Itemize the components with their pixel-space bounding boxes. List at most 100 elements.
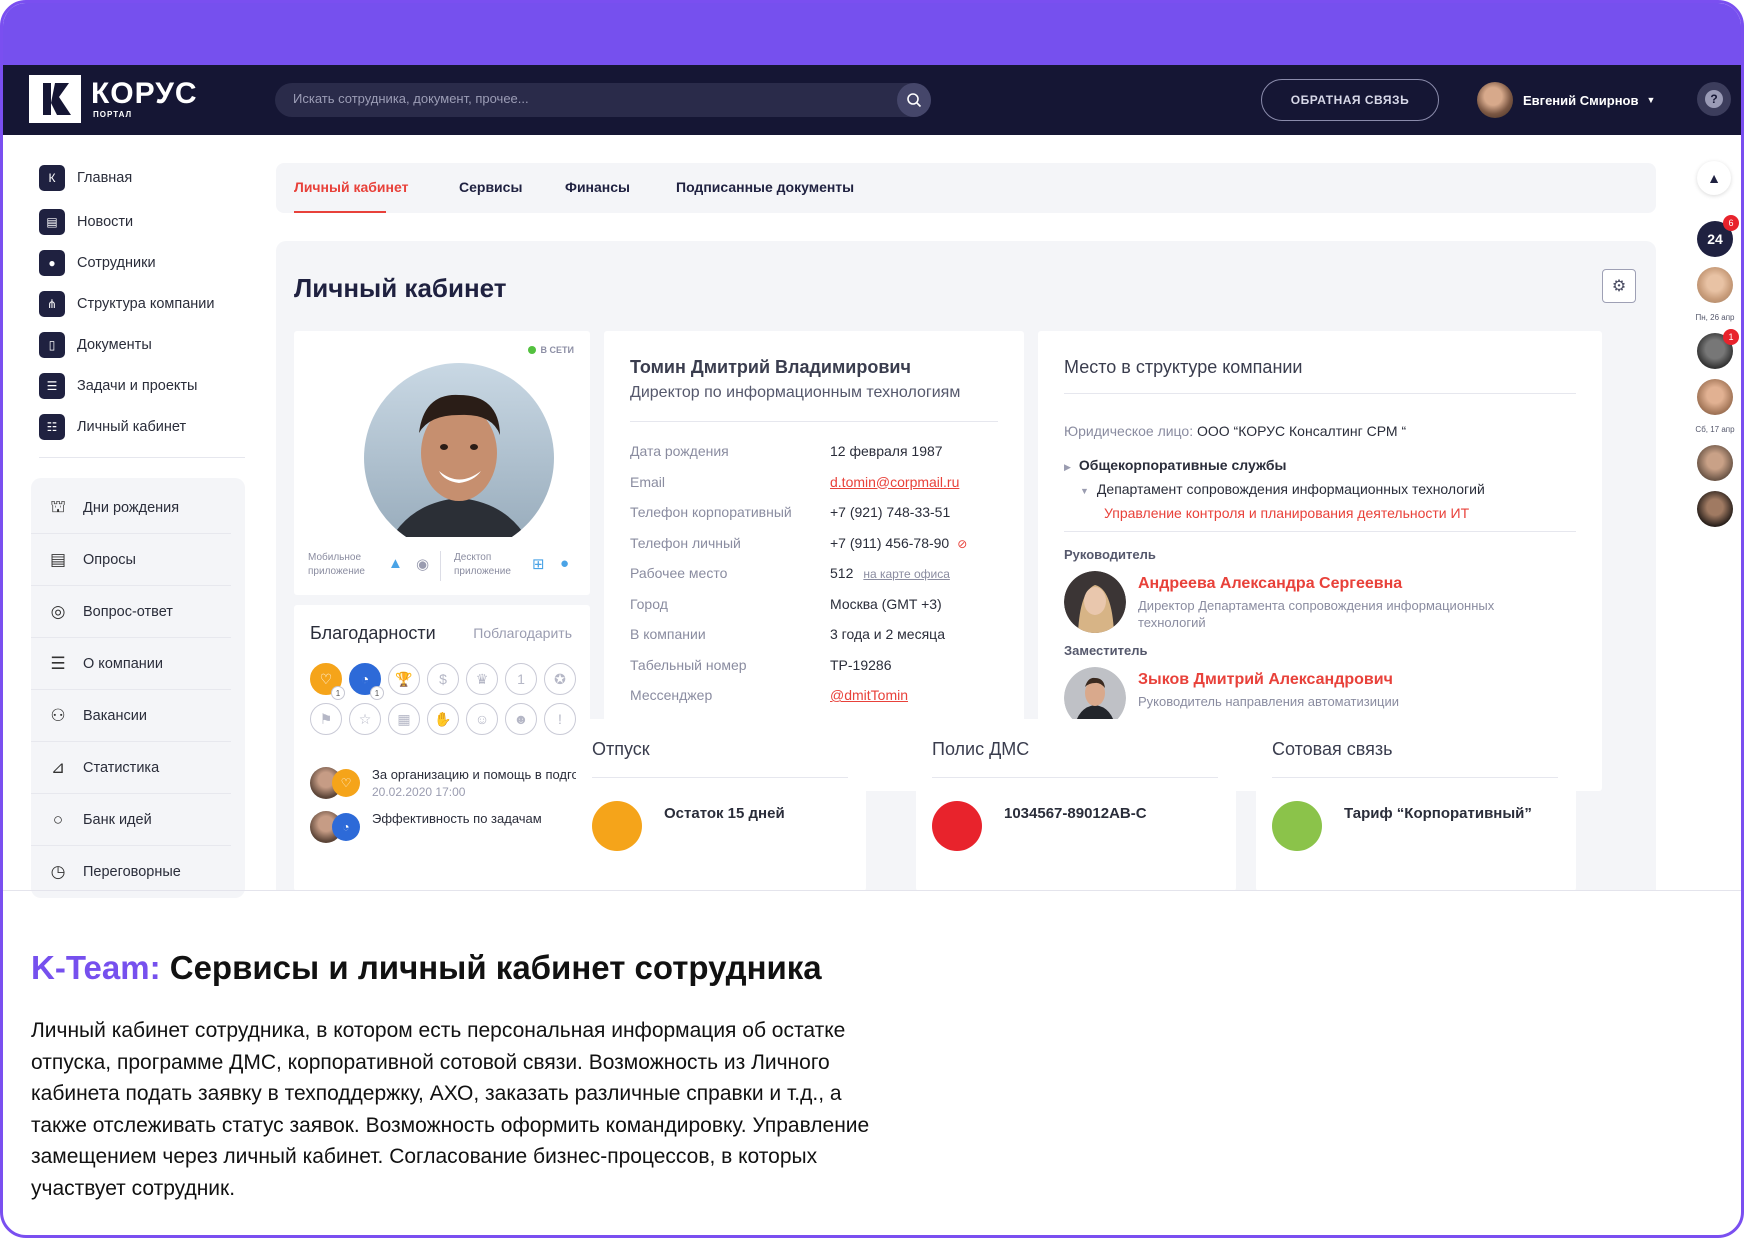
sidebar-item-news[interactable]: ▤ Новости bbox=[31, 201, 245, 242]
widget-label: Переговорные bbox=[83, 864, 181, 880]
smile-icon[interactable]: ☺ bbox=[466, 703, 498, 735]
divider bbox=[3, 890, 1741, 891]
info-value-text: d.tomin@corpmail.ru bbox=[830, 473, 960, 490]
trophy-icon[interactable]: 🏆 bbox=[388, 663, 420, 695]
tree-node-l1[interactable]: ▶ Общекорпоративные службы bbox=[1064, 457, 1286, 473]
medal-icon[interactable]: ✪ bbox=[544, 663, 576, 695]
chevron-down-icon: ▼ bbox=[1646, 95, 1656, 105]
sidebar-item-structure[interactable]: ⋔ Структура компании bbox=[31, 283, 245, 324]
info-value-text: 3 года и 2 месяца bbox=[830, 626, 945, 642]
tab-finance[interactable]: Финансы bbox=[565, 179, 630, 195]
main-panel: Личный кабинет ⚙ В СЕТИ Мобильное приложе… bbox=[276, 241, 1656, 891]
legal-entity-label: Юридическое лицо: bbox=[1064, 423, 1194, 439]
widget-ideas[interactable]: ○ Банк идей bbox=[31, 794, 231, 846]
windows-icon[interactable]: ⊞ bbox=[532, 555, 550, 573]
divider bbox=[630, 421, 998, 422]
info-value[interactable]: d.tomin@corpmail.ru bbox=[830, 474, 959, 490]
avatar[interactable] bbox=[1697, 445, 1733, 481]
info-label: Телефон корпоративный bbox=[630, 504, 792, 520]
structure-title: Место в структуре компании bbox=[1064, 357, 1303, 377]
avatar[interactable] bbox=[1697, 267, 1733, 303]
tree-node-l3[interactable]: Управление контроля и планирования деяте… bbox=[1104, 505, 1469, 521]
info-label: Город bbox=[630, 595, 668, 612]
info-row: Дата рождения 12 февраля 1987 bbox=[630, 443, 1010, 463]
avatar[interactable] bbox=[1697, 379, 1733, 415]
caption-title-text: Сервисы и личный кабинет сотрудника bbox=[160, 949, 822, 986]
android-icon[interactable]: ▲ bbox=[388, 555, 406, 573]
caret-down-icon: ▼ bbox=[1080, 486, 1089, 496]
widget-birthdays[interactable]: ⛫ Дни рождения bbox=[31, 482, 231, 534]
widget-polls[interactable]: ▤ Опросы bbox=[31, 534, 231, 586]
appstore-icon[interactable]: ◉ bbox=[416, 555, 434, 573]
cake-icon: ⛫ bbox=[50, 496, 66, 516]
tab-cabinet[interactable]: Личный кабинет bbox=[294, 179, 408, 195]
avatar[interactable] bbox=[1697, 491, 1733, 527]
search-button[interactable] bbox=[897, 83, 931, 117]
vacation-card[interactable]: Отпуск Остаток 15 дней bbox=[576, 719, 866, 891]
exclamation-icon[interactable]: ! bbox=[544, 703, 576, 735]
crown-icon[interactable]: ♛ bbox=[466, 663, 498, 695]
info-row: Табельный номер ТР-19286 bbox=[630, 657, 1010, 677]
number-one-icon[interactable]: 1 bbox=[505, 663, 537, 695]
person-position: Директор по информационным технологиям bbox=[630, 384, 961, 401]
widget-company[interactable]: ☰ О компании bbox=[31, 638, 231, 690]
korus-logo-icon[interactable] bbox=[29, 75, 81, 123]
tab-signed-documents[interactable]: Подписанные документы bbox=[676, 179, 854, 195]
poll-icon: ▤ bbox=[49, 549, 67, 569]
widget-label: Дни рождения bbox=[83, 499, 180, 516]
info-value-text: +7 (911) 456-78-90 bbox=[830, 534, 950, 551]
bell-icon[interactable]: ▲ bbox=[1697, 161, 1731, 195]
caption-body: Личный кабинет сотрудника, в котором ест… bbox=[31, 1019, 870, 1200]
hidden-eye-icon[interactable]: ⊘ bbox=[957, 537, 967, 551]
search-input[interactable] bbox=[293, 91, 853, 106]
thanks-item[interactable]: ◔ Эффективность по задачам bbox=[310, 811, 580, 847]
mobile-plan-card[interactable]: Сотовая связь Тариф “Корпоративный” bbox=[1256, 719, 1576, 891]
gear-icon: ⚙ bbox=[1611, 278, 1627, 295]
user-menu[interactable]: Евгений Смирнов ▼ bbox=[1477, 81, 1655, 119]
office-map-link[interactable]: на карте офиса bbox=[863, 567, 950, 581]
calendar-icon[interactable]: ▦ bbox=[388, 703, 420, 735]
sidebar-item-tasks[interactable]: ☰ Задачи и проекты bbox=[31, 365, 245, 406]
money-icon[interactable]: $ bbox=[427, 663, 459, 695]
speed-icon[interactable]: ◔ 1 bbox=[349, 663, 384, 700]
widget-label: Вакансии bbox=[83, 707, 147, 724]
thanks-title: Благодарности bbox=[310, 623, 436, 643]
thanks-item[interactable]: ♡ За организацию и помощь в подго... 20.… bbox=[310, 767, 590, 803]
online-status: В СЕТИ bbox=[527, 345, 574, 355]
thanks-text: Эффективность по задачам bbox=[372, 811, 542, 826]
insurance-card[interactable]: Полис ДМС 1034567-89012АВ-С bbox=[916, 719, 1236, 891]
feedback-button[interactable]: ОБРАТНАЯ СВЯЗЬ bbox=[1261, 79, 1439, 121]
card-value: Остаток 15 дней bbox=[664, 805, 785, 822]
flag-icon[interactable]: ⚑ bbox=[310, 703, 342, 735]
sidebar-item-home[interactable]: К Главная bbox=[31, 155, 245, 201]
widget-vacancies[interactable]: ⚇ Вакансии bbox=[31, 690, 231, 742]
settings-button[interactable]: ⚙ bbox=[1602, 269, 1636, 303]
sidebar-item-cabinet[interactable]: ☷ Личный кабинет bbox=[31, 406, 245, 447]
widget-statistics[interactable]: ⊿ Статистика bbox=[31, 742, 231, 794]
hand-icon[interactable]: ✋ bbox=[427, 703, 459, 735]
manager-name[interactable]: Андреева Александра Сергеевна bbox=[1138, 575, 1402, 593]
divider bbox=[1064, 531, 1576, 532]
apple-icon[interactable]: ● bbox=[560, 555, 578, 573]
info-value[interactable]: @dmitTomin bbox=[830, 687, 908, 703]
help-button[interactable]: ? bbox=[1697, 82, 1731, 116]
manager-avatar[interactable] bbox=[1064, 571, 1126, 633]
deputy-name[interactable]: Зыков Дмитрий Александрович bbox=[1138, 671, 1393, 689]
tree-node-l2[interactable]: ▼ Департамент сопровождения информационны… bbox=[1080, 481, 1485, 497]
info-value: Москва (GMT +3) bbox=[830, 596, 942, 612]
thank-button[interactable]: Поблагодарить bbox=[473, 625, 572, 641]
happy-icon[interactable]: ☻ bbox=[505, 703, 537, 735]
sidebar-item-documents[interactable]: ▯ Документы bbox=[31, 324, 245, 365]
star-icon[interactable]: ☆ bbox=[349, 703, 381, 735]
sidebar-item-employees[interactable]: ● Сотрудники bbox=[31, 242, 245, 283]
widget-qa[interactable]: ◎ Вопрос-ответ bbox=[31, 586, 231, 638]
chart-icon: ⊿ bbox=[50, 757, 66, 777]
tab-services[interactable]: Сервисы bbox=[459, 179, 522, 195]
info-value: 12 февраля 1987 bbox=[830, 443, 943, 459]
thanks-text: За организацию и помощь в подго... bbox=[372, 767, 590, 782]
sidebar-item-label: Главная bbox=[77, 170, 133, 186]
heart-icon[interactable]: ♡ 1 bbox=[310, 663, 345, 700]
clock-icon: ◷ bbox=[50, 862, 66, 881]
widget-label: Статистика bbox=[83, 759, 160, 776]
thanks-date: 20.02.2020 17:00 bbox=[372, 785, 466, 799]
